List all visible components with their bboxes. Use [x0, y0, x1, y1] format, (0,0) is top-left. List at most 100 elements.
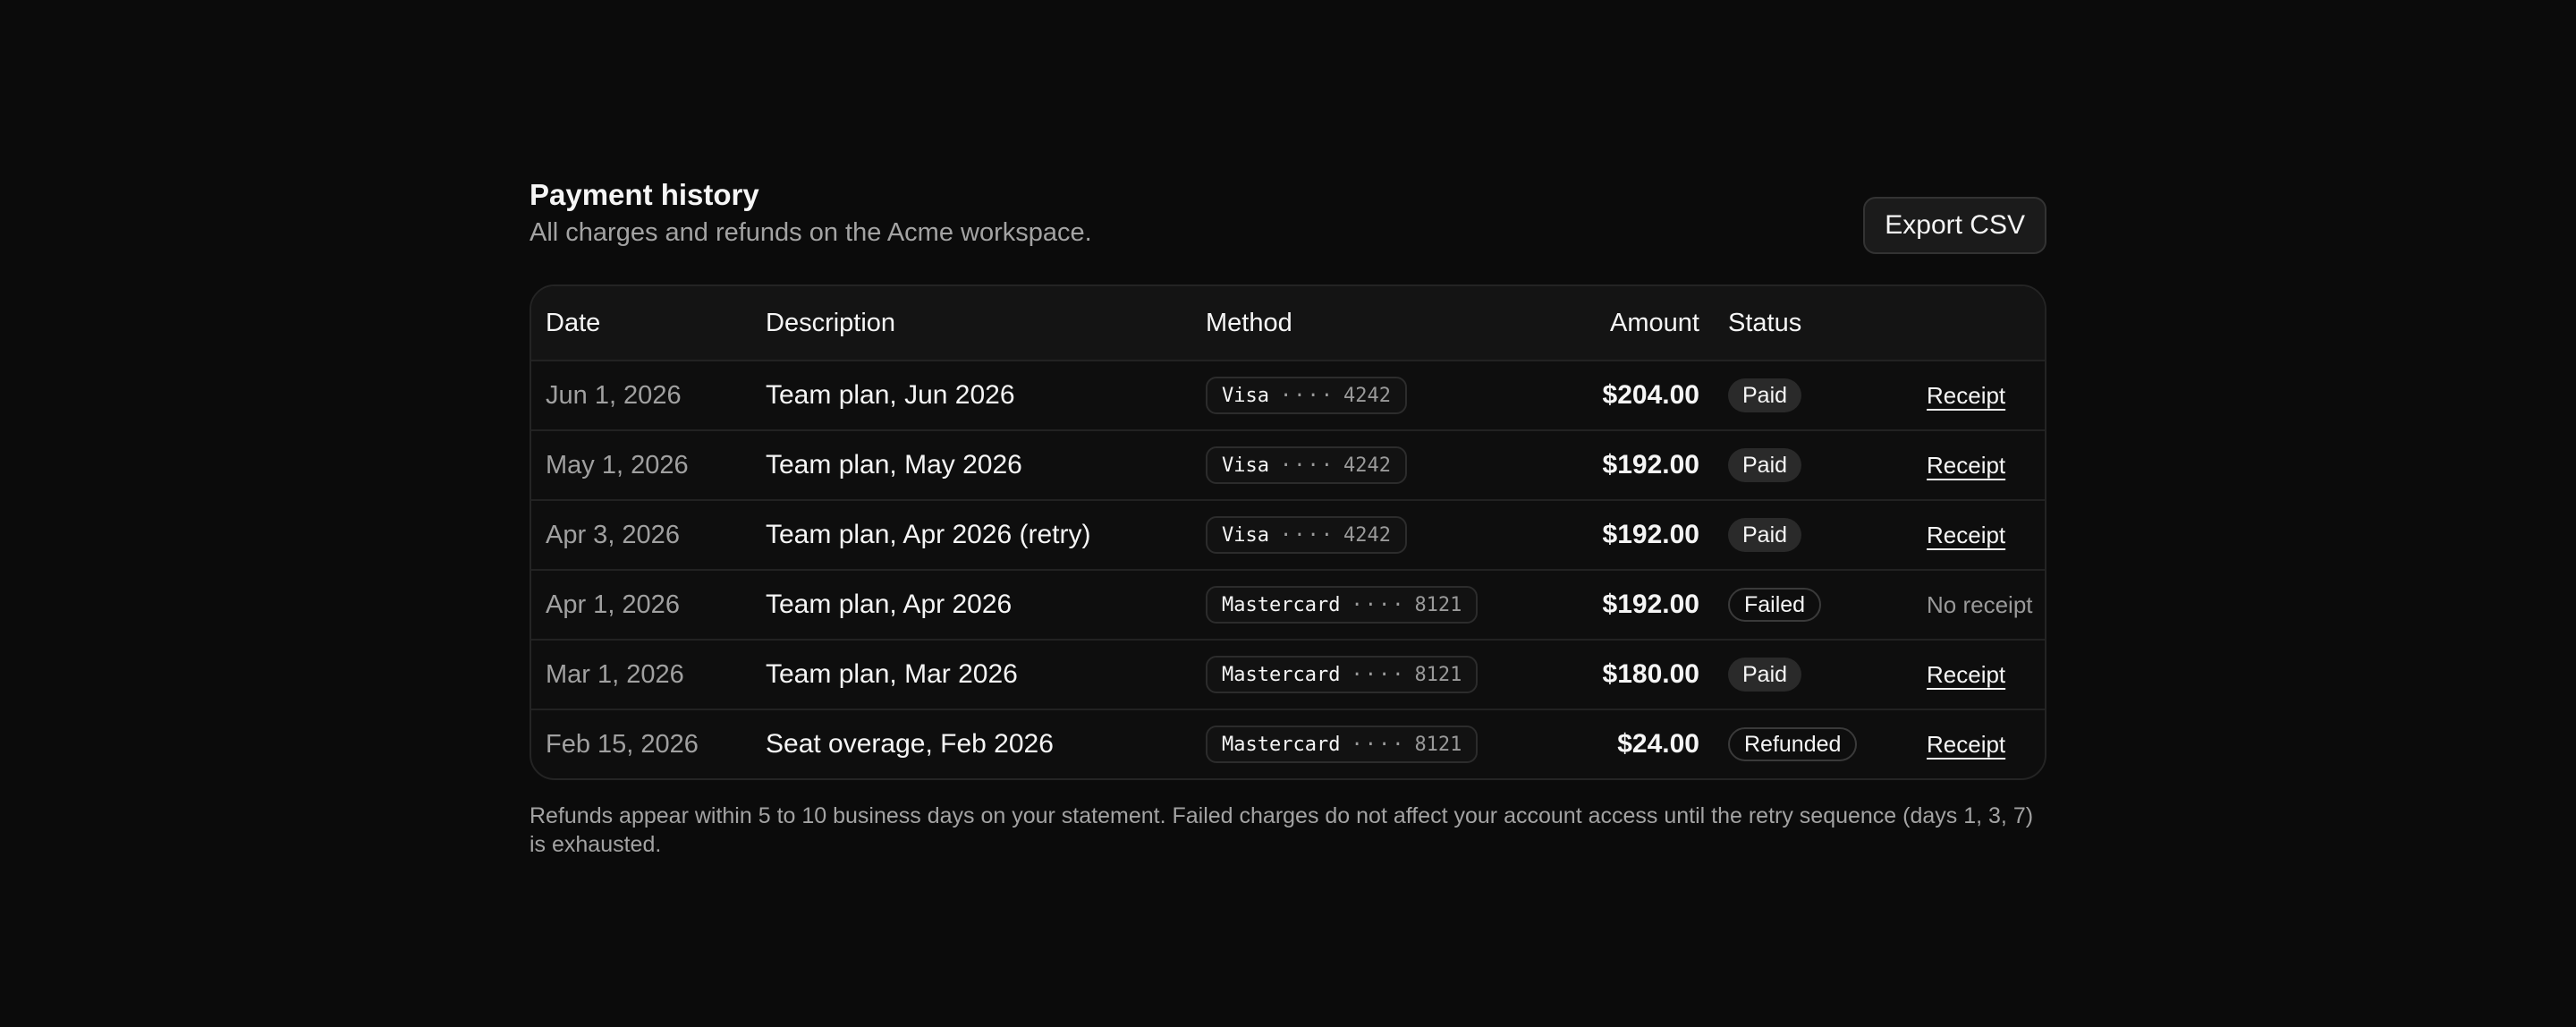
- column-header-date: Date: [546, 308, 601, 337]
- receipt-cell: Receipt: [1927, 501, 2005, 569]
- table-row: Mar 1, 2026 Team plan, Mar 2026 Masterca…: [531, 639, 2045, 709]
- receipt-cell: Receipt: [1927, 641, 2005, 709]
- status-badge: Paid: [1728, 658, 1802, 692]
- payment-date: Apr 3, 2026: [546, 520, 680, 549]
- description-cell: Team plan, Jun 2026: [766, 361, 1015, 429]
- description-cell: Team plan, Mar 2026: [766, 641, 1018, 709]
- table-row: Apr 3, 2026 Team plan, Apr 2026 (retry) …: [531, 499, 2045, 569]
- payment-date: May 1, 2026: [546, 450, 689, 480]
- page-subtitle: All charges and refunds on the Acme work…: [530, 218, 1092, 247]
- table-row: May 1, 2026 Team plan, May 2026 Visa ···…: [531, 429, 2045, 499]
- status-badge: Paid: [1728, 448, 1802, 482]
- date-cell: Apr 3, 2026: [546, 501, 680, 569]
- payment-amount: $24.00: [1617, 729, 1699, 759]
- card-mask: ····: [1351, 593, 1406, 616]
- table-row: Feb 15, 2026 Seat overage, Feb 2026 Mast…: [531, 709, 2045, 778]
- column-header-amount: Amount: [1610, 308, 1699, 337]
- table-row: Apr 1, 2026 Team plan, Apr 2026 Masterca…: [531, 569, 2045, 639]
- column-header-method: Method: [1206, 308, 1292, 337]
- description-cell: Team plan, Apr 2026 (retry): [766, 501, 1091, 569]
- receipt-cell: No receipt: [1927, 571, 2033, 639]
- payment-date: Jun 1, 2026: [546, 380, 682, 410]
- status-cell: Paid: [1728, 431, 1802, 499]
- payment-method-pill: Mastercard ···· 8121: [1206, 726, 1479, 763]
- receipt-cell: Receipt: [1927, 710, 2005, 778]
- payment-description: Team plan, Mar 2026: [766, 659, 1018, 689]
- status-cell: Failed: [1728, 571, 1822, 639]
- description-cell: Team plan, Apr 2026: [766, 571, 1012, 639]
- receipt-link[interactable]: Receipt: [1927, 661, 2005, 689]
- table-header-row: Date Description Method Amount Status: [531, 286, 2045, 360]
- export-csv-button[interactable]: Export CSV: [1863, 197, 2046, 254]
- card-mask: ····: [1351, 663, 1406, 686]
- payment-description: Team plan, Apr 2026 (retry): [766, 520, 1091, 549]
- amount-cell: $204.00: [1603, 361, 1699, 429]
- date-cell: Feb 15, 2026: [546, 710, 699, 778]
- payment-method-pill: Mastercard ···· 8121: [1206, 586, 1479, 624]
- date-cell: Apr 1, 2026: [546, 571, 680, 639]
- payment-amount: $192.00: [1602, 590, 1699, 619]
- payment-description: Team plan, Apr 2026: [766, 590, 1013, 619]
- payment-date: Apr 1, 2026: [546, 590, 680, 619]
- method-cell: Visa ···· 4242: [1206, 501, 1407, 569]
- payments-table: Date Description Method Amount Status Ju…: [530, 284, 2046, 780]
- receipt-link[interactable]: Receipt: [1927, 452, 2005, 480]
- card-last4: 8121: [1414, 593, 1462, 616]
- date-cell: May 1, 2026: [546, 431, 689, 499]
- status-cell: Paid: [1728, 641, 1802, 709]
- payment-method-pill: Visa ···· 4242: [1206, 377, 1407, 414]
- amount-cell: $192.00: [1603, 431, 1699, 499]
- description-cell: Team plan, May 2026: [766, 431, 1022, 499]
- amount-cell: $192.00: [1603, 571, 1699, 639]
- no-receipt-label: No receipt: [1927, 590, 2033, 618]
- method-cell: Visa ···· 4242: [1206, 361, 1407, 429]
- footnote: Refunds appear within 5 to 10 business d…: [530, 803, 2034, 857]
- table-row: Jun 1, 2026 Team plan, Jun 2026 Visa ···…: [531, 360, 2045, 429]
- card-mask: ····: [1279, 523, 1335, 547]
- date-cell: Mar 1, 2026: [546, 641, 684, 709]
- card-brand: Visa: [1222, 523, 1269, 547]
- card-last4: 4242: [1343, 454, 1391, 477]
- amount-cell: $180.00: [1603, 641, 1699, 709]
- card-last4: 4242: [1343, 384, 1391, 407]
- payment-description: Team plan, May 2026: [766, 450, 1022, 480]
- receipt-cell: Receipt: [1927, 361, 2005, 429]
- payment-amount: $192.00: [1602, 450, 1699, 480]
- payment-date: Mar 1, 2026: [546, 659, 684, 689]
- receipt-link[interactable]: Receipt: [1927, 382, 2005, 410]
- payment-method-pill: Visa ···· 4242: [1206, 446, 1407, 484]
- card-last4: 8121: [1414, 733, 1462, 756]
- payment-history-page: Payment history All charges and refunds …: [530, 174, 2046, 859]
- status-badge: Paid: [1728, 518, 1802, 552]
- method-cell: Mastercard ···· 8121: [1206, 571, 1479, 639]
- card-brand: Mastercard: [1222, 663, 1341, 686]
- method-cell: Visa ···· 4242: [1206, 431, 1407, 499]
- payment-date: Feb 15, 2026: [546, 729, 699, 759]
- description-cell: Seat overage, Feb 2026: [766, 710, 1054, 778]
- card-mask: ····: [1351, 733, 1406, 756]
- card-last4: 8121: [1414, 663, 1462, 686]
- page-header: Payment history All charges and refunds …: [530, 174, 2046, 284]
- status-badge: Failed: [1728, 588, 1822, 622]
- payment-description: Team plan, Jun 2026: [766, 380, 1015, 410]
- card-mask: ····: [1279, 454, 1335, 477]
- column-header-status: Status: [1728, 308, 1802, 337]
- method-cell: Mastercard ···· 8121: [1206, 710, 1479, 778]
- status-badge: Refunded: [1728, 727, 1858, 761]
- payment-amount: $192.00: [1602, 520, 1699, 549]
- method-cell: Mastercard ···· 8121: [1206, 641, 1479, 709]
- date-cell: Jun 1, 2026: [546, 361, 682, 429]
- receipt-link[interactable]: Receipt: [1927, 522, 2005, 549]
- amount-cell: $24.00: [1617, 710, 1699, 778]
- card-brand: Mastercard: [1222, 733, 1341, 756]
- card-brand: Visa: [1222, 384, 1269, 407]
- column-header-description: Description: [766, 308, 896, 337]
- payment-amount: $204.00: [1602, 380, 1699, 410]
- amount-cell: $192.00: [1603, 501, 1699, 569]
- card-brand: Visa: [1222, 454, 1269, 477]
- payment-description: Seat overage, Feb 2026: [766, 729, 1054, 759]
- payment-method-pill: Visa ···· 4242: [1206, 516, 1407, 554]
- page-title: Payment history: [530, 178, 759, 211]
- receipt-link[interactable]: Receipt: [1927, 731, 2005, 759]
- status-cell: Paid: [1728, 501, 1802, 569]
